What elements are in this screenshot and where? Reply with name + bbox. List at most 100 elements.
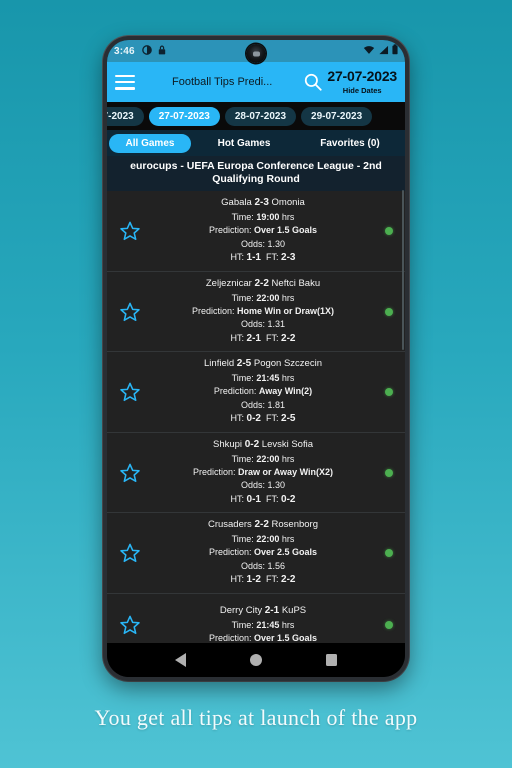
status-indicator (373, 388, 405, 397)
match-info: Shkupi 0-2 Levski Sofia Time: 22:00 hrs Pr… (153, 438, 373, 508)
match-odds: 1.81 (267, 399, 286, 410)
match-row[interactable]: Gabala 2-3 Omonia Time: 19:00 hrs Predicti… (107, 191, 405, 272)
match-odds: 1.30 (267, 480, 286, 491)
match-row[interactable]: Zeljeznicar 2-2 Neftci Baku Time: 22:00 h… (107, 271, 405, 353)
time-unit: hrs (281, 534, 295, 545)
match-time: 21:45 (256, 373, 280, 384)
match-ft-score: 2-3 (281, 251, 296, 263)
away-team: Levski Sofia (261, 438, 314, 450)
scrollbar[interactable] (402, 190, 404, 350)
tab-favorites[interactable]: Favorites (0) (297, 134, 403, 153)
match-ft-score: 2-2 (281, 574, 296, 586)
app-bar: Football Tips Predi... 27-07-2023 Hide D… (107, 62, 405, 102)
search-icon[interactable] (303, 72, 323, 92)
home-team: Gabala (221, 197, 252, 209)
match-score: 2-2 (254, 519, 269, 531)
match-score: 2-3 (254, 197, 269, 209)
favorite-star-icon[interactable] (107, 542, 153, 564)
wifi-icon (363, 42, 375, 60)
nav-recent-square-icon[interactable] (326, 654, 337, 666)
signal-icon (378, 42, 389, 60)
tab-hot-games[interactable]: Hot Games (191, 134, 297, 153)
match-row[interactable]: Linfield 2-5 Pogon Szczecin Time: 21:45 h… (107, 352, 405, 433)
match-time-line: Time: 19:00 hrs (231, 212, 295, 223)
match-ht-score: 1-2 (246, 574, 261, 586)
match-score: 2-5 (236, 358, 252, 370)
match-row[interactable]: Crusaders 2-2 Rosenborg Time: 22:00 hrs Pr… (107, 513, 405, 594)
phone-device-frame: 3:46 Football Tips Predi... 27-07-2023 H… (103, 36, 409, 681)
away-team: Neftci Baku (271, 277, 321, 289)
match-prediction-line: Prediction: Over 1.5 Goals (208, 633, 318, 643)
match-time-line: Time: 21:45 hrs (231, 373, 295, 384)
match-teams: Shkupi 0-2 Levski Sofia (157, 438, 369, 453)
match-info: Gabala 2-3 Omonia Time: 19:00 hrs Predicti… (153, 196, 373, 266)
match-score: 2-1 (264, 605, 280, 617)
hamburger-menu-icon[interactable] (115, 74, 135, 90)
current-date-block[interactable]: 27-07-2023 Hide Dates (327, 69, 397, 95)
hide-dates-button[interactable]: Hide Dates (343, 87, 382, 95)
status-dot (385, 388, 393, 397)
match-row[interactable]: Derry City 2-1 KuPS Time: 21:45 hrs Predic… (107, 593, 405, 643)
app-title: Football Tips Predi... (172, 76, 273, 88)
match-time-line: Time: 22:00 hrs (231, 453, 295, 464)
match-odds-line: Odds: 1.56 (240, 560, 286, 571)
favorite-star-icon[interactable] (107, 220, 153, 242)
match-prediction: Over 1.5 Goals (254, 633, 318, 643)
match-teams: Crusaders 2-2 Rosenborg (157, 518, 369, 533)
time-unit: hrs (281, 292, 295, 303)
match-ht-score: 0-1 (246, 493, 261, 505)
match-teams: Linfield 2-5 Pogon Szczecin (157, 357, 369, 372)
front-camera-icon (246, 44, 266, 63)
match-result-line: HT: 0-2 FT: 2-5 (230, 413, 296, 425)
match-odds: 1.31 (267, 319, 286, 330)
match-odds-line: Odds: 1.30 (240, 238, 286, 249)
nav-back-triangle-icon[interactable] (175, 653, 186, 667)
date-chip-next[interactable]: 28-07-2023 (224, 106, 297, 126)
date-strip[interactable]: 07-2023 27-07-2023 28-07-2023 29-07-2023 (107, 102, 405, 130)
status-bar-right-icons (363, 42, 398, 60)
match-result-line: HT: 2-1 FT: 2-2 (230, 332, 296, 344)
away-team: KuPS (281, 605, 307, 617)
status-indicator (373, 549, 405, 558)
date-chip-next-2[interactable]: 29-07-2023 (301, 106, 373, 126)
match-ft-score: 2-2 (281, 332, 296, 344)
match-time: 19:00 (256, 212, 280, 223)
status-indicator (373, 227, 405, 236)
android-nav-bar[interactable] (107, 643, 405, 677)
match-ht-score: 0-2 (246, 413, 261, 425)
date-chip-selected[interactable]: 27-07-2023 (148, 106, 220, 126)
match-prediction-line: Prediction: Over 2.5 Goals (208, 547, 318, 558)
match-time: 22:00 (256, 534, 280, 545)
favorite-star-icon[interactable] (107, 301, 153, 323)
match-prediction-line: Prediction: Over 1.5 Goals (208, 225, 318, 236)
nav-home-circle-icon[interactable] (250, 654, 262, 666)
match-odds-line: Odds: 1.31 (240, 319, 286, 330)
match-score: 2-2 (254, 277, 269, 289)
favorite-star-icon[interactable] (107, 462, 153, 484)
tab-bar[interactable]: All Games Hot Games Favorites (0) (107, 130, 405, 156)
favorite-star-icon[interactable] (107, 381, 153, 403)
promo-caption: You get all tips at launch of the app (94, 705, 418, 730)
match-odds: 1.56 (267, 560, 286, 571)
status-dot (385, 227, 393, 236)
match-ht-score: 1-1 (246, 251, 261, 263)
status-indicator (373, 468, 405, 477)
date-chip-previous[interactable]: 07-2023 (107, 106, 144, 126)
status-dot (385, 620, 393, 629)
away-team: Rosenborg (271, 519, 319, 531)
match-info: Derry City 2-1 KuPS Time: 21:45 hrs Predic… (153, 604, 373, 643)
match-info: Zeljeznicar 2-2 Neftci Baku Time: 22:00 h… (153, 277, 373, 347)
match-result-line: HT: 0-1 FT: 0-2 (230, 493, 296, 505)
half-brightness-icon (141, 42, 152, 60)
match-prediction-line: Prediction: Home Win or Draw(1X) (192, 305, 334, 316)
match-time-line: Time: 21:45 hrs (231, 619, 295, 630)
away-team: Pogon Szczecin (253, 358, 322, 370)
time-unit: hrs (281, 619, 295, 630)
battery-icon (392, 42, 398, 60)
favorite-star-icon[interactable] (107, 614, 153, 636)
match-result-line: HT: 1-1 FT: 2-3 (230, 251, 296, 263)
match-list[interactable]: eurocups - UEFA Europa Conference League… (107, 156, 405, 643)
status-dot (385, 549, 393, 558)
match-row[interactable]: Shkupi 0-2 Levski Sofia Time: 22:00 hrs Pr… (107, 432, 405, 514)
tab-all-games[interactable]: All Games (109, 133, 191, 153)
